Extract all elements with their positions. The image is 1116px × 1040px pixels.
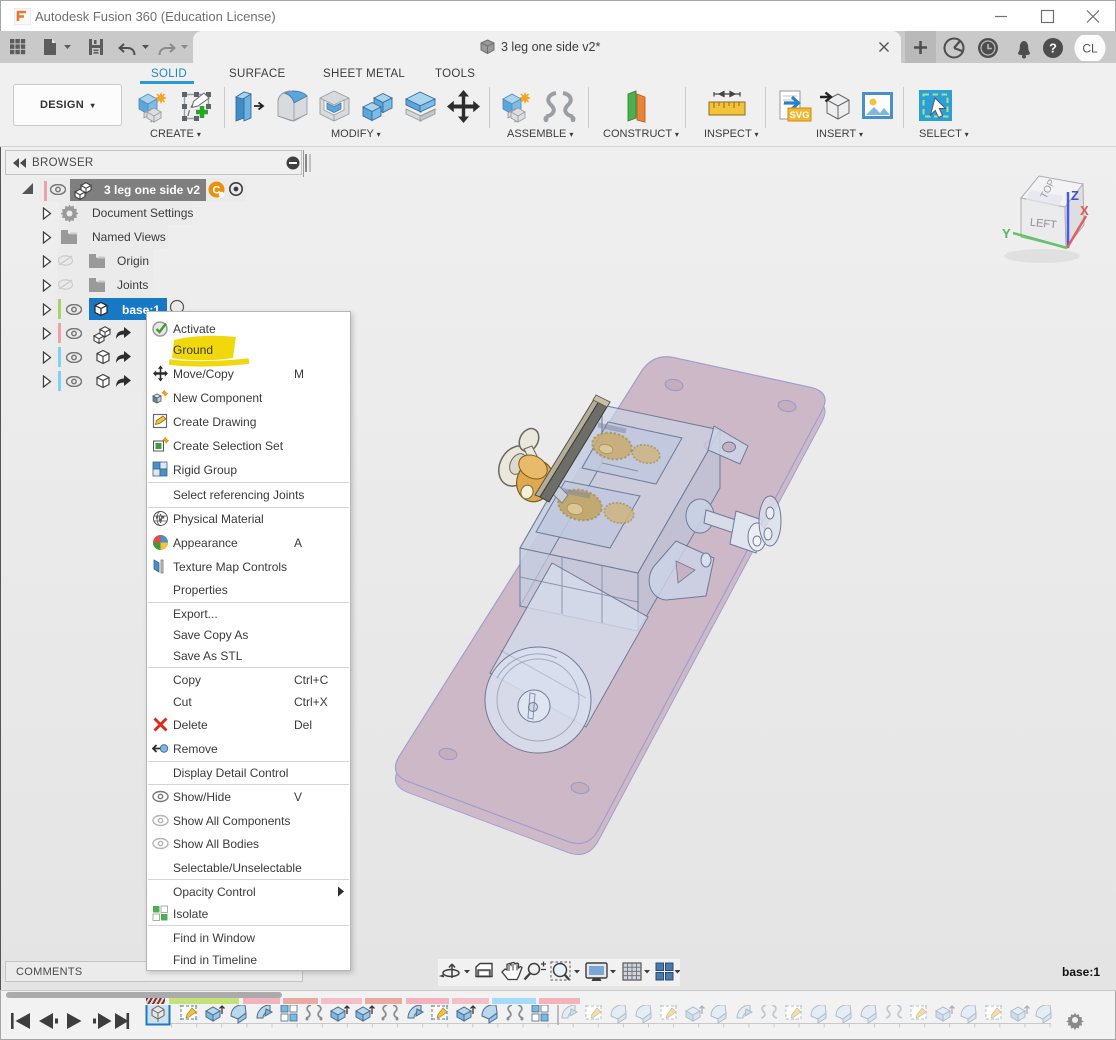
svg-text:Y: Y [1002, 226, 1011, 241]
svg-text:SVG: SVG [789, 110, 809, 121]
svg-text:?: ? [1049, 41, 1057, 56]
svg-text:X: X [1080, 203, 1089, 218]
svg-text:Z: Z [1071, 188, 1079, 203]
svg-text:CL: CL [1082, 42, 1098, 56]
